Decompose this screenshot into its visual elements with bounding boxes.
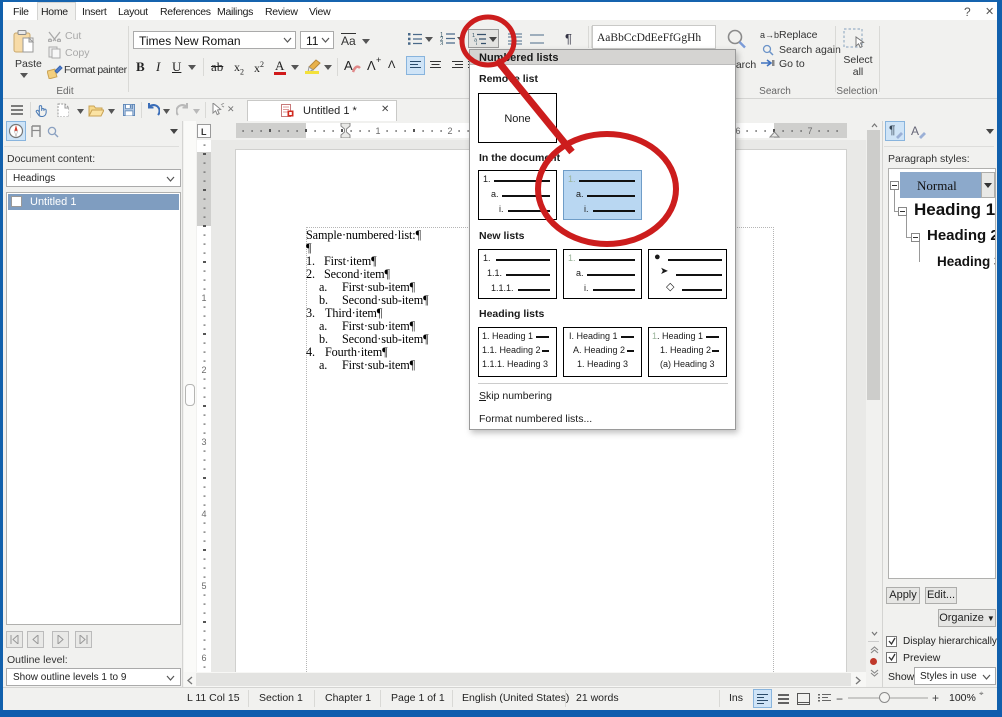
svg-text:6: 6 xyxy=(735,126,740,136)
svg-text:6: 6 xyxy=(201,653,206,663)
svg-text:1: 1 xyxy=(375,126,380,136)
svg-text:4: 4 xyxy=(201,509,206,519)
svg-text:3: 3 xyxy=(201,437,206,447)
svg-text:i: i xyxy=(476,42,477,45)
svg-text:2: 2 xyxy=(201,365,206,375)
svg-text:3: 3 xyxy=(440,42,444,46)
svg-text:1: 1 xyxy=(201,293,206,303)
svg-text:5: 5 xyxy=(201,581,206,591)
svg-text:7: 7 xyxy=(807,126,812,136)
svg-text:2: 2 xyxy=(447,126,452,136)
